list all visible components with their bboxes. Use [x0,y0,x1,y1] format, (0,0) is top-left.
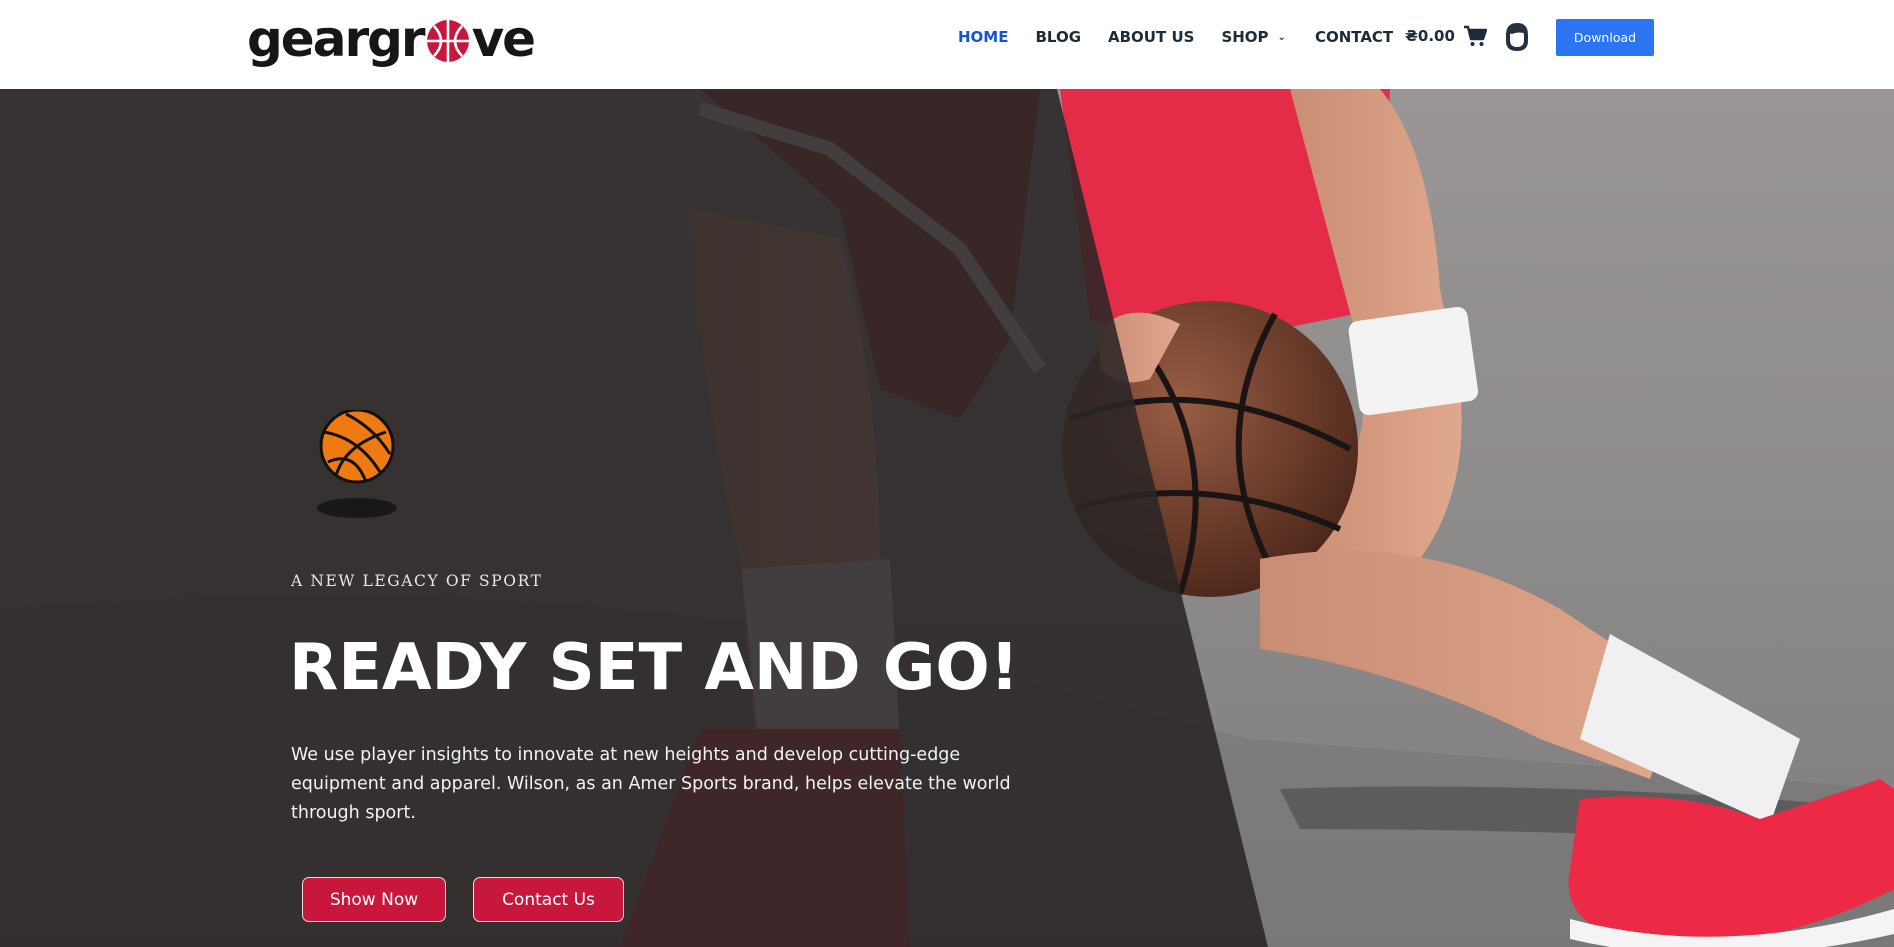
nav-item-blog[interactable]: BLOG [1035,28,1081,46]
basketball-icon [317,410,397,518]
account-icon[interactable] [1503,21,1531,53]
nav-item-label: SHOP [1221,28,1269,46]
nav-item-contact[interactable]: CONTACT [1315,28,1393,46]
basketball-logo-icon [426,20,469,62]
brand-logo[interactable]: geargr ve [247,10,537,68]
hero-headline: READY SET AND GO! [289,631,1019,705]
cart-total: ₴0.00 [1405,27,1455,45]
logo-text-right: ve [471,10,537,68]
nav-item-home[interactable]: HOME [958,28,1008,46]
nav-item-label: BLOG [1035,28,1082,46]
nav-item-about-us[interactable]: ABOUT US [1108,28,1194,46]
site-header: geargr ve HOME BLOG ABOUT US SHOP ⌄ CONT… [0,0,1894,89]
hero-content: A NEW LEGACY OF SPORT READY SET AND GO! … [0,89,1894,947]
chevron-down-icon[interactable]: ⌄ [1278,32,1286,43]
cart-widget[interactable]: ₴0.00 [1405,25,1487,47]
hero-eyebrow: A NEW LEGACY OF SPORT [291,572,543,590]
main-nav: HOME BLOG ABOUT US SHOP ⌄ CONTACT [958,24,1393,50]
download-button[interactable]: Download [1556,19,1654,56]
nav-item-label: CONTACT [1314,28,1394,46]
nav-item-label: HOME [958,28,1009,46]
show-now-button[interactable]: Show Now [302,877,446,922]
cart-icon[interactable] [1463,25,1487,47]
contact-us-button[interactable]: Contact Us [473,877,624,922]
nav-item-label: ABOUT US [1108,28,1195,46]
hero-description: We use player insights to innovate at ne… [291,745,1011,823]
hero-section: A NEW LEGACY OF SPORT READY SET AND GO! … [0,89,1894,947]
logo-text-left: geargr [247,10,426,68]
nav-item-shop[interactable]: SHOP ⌄ [1221,28,1286,46]
